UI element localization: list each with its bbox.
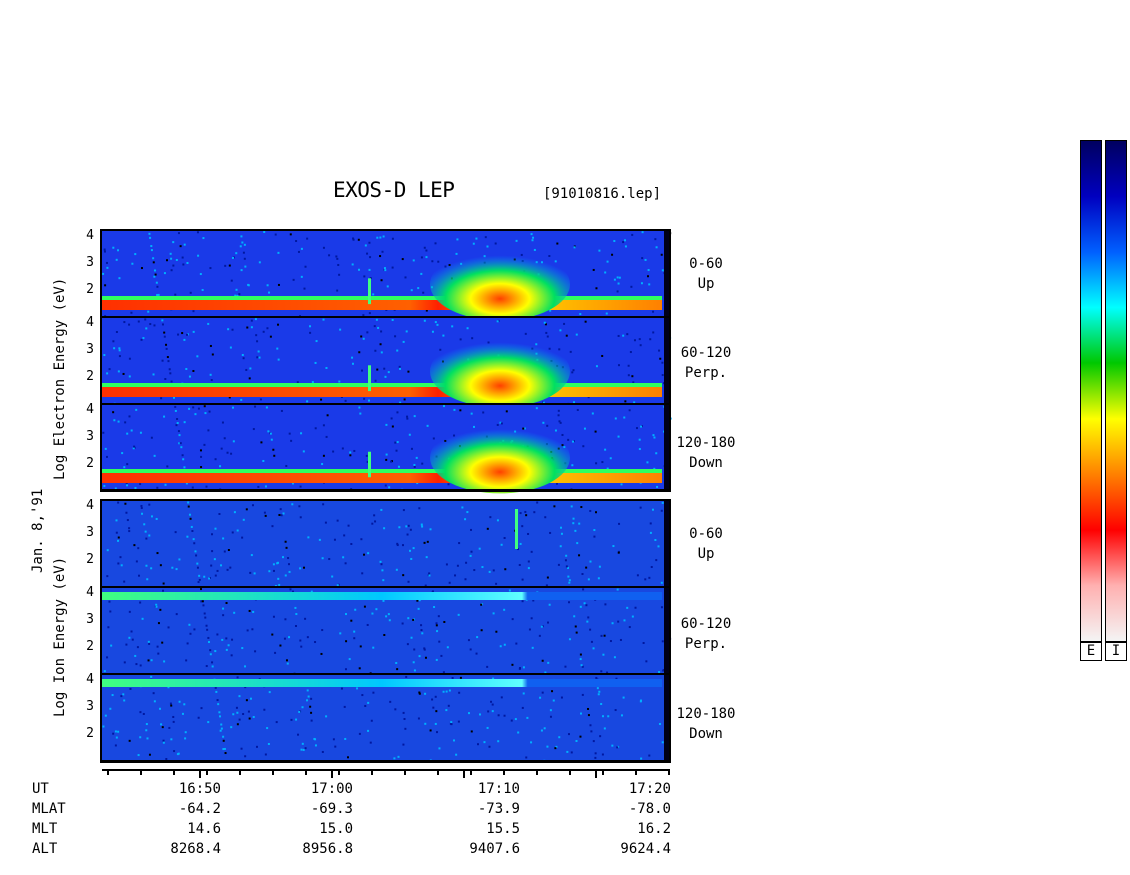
date-label: Jan. 8,'91	[30, 488, 46, 573]
ion-colorbar-label: I	[1105, 642, 1127, 661]
energy-tick-label: 3	[86, 342, 94, 357]
energy-tick-label: 2	[86, 639, 94, 654]
ephemeris-row-label: UT	[32, 781, 49, 797]
energy-tick-label: 3	[86, 612, 94, 627]
electron-panel-frame	[100, 229, 671, 492]
pitch-angle-range: 60-120	[680, 345, 732, 361]
ephemeris-value: 15.0	[319, 821, 353, 837]
energy-tick-label: 3	[86, 525, 94, 540]
energy-tick-label: 3	[86, 699, 94, 714]
ephemeris-row-label: MLAT	[32, 801, 66, 817]
ion-axis-label: Log Ion Energy (eV)	[52, 556, 68, 717]
energy-tick-label: 4	[86, 585, 94, 600]
chart-title: EXOS-D LEP	[333, 178, 455, 202]
ephemeris-value: 14.6	[187, 821, 221, 837]
panel-label: 60-120 Perp.	[666, 614, 746, 654]
pitch-angle-range: 0-60	[689, 526, 723, 542]
ion-colorbar	[1105, 140, 1127, 642]
ephemeris-value: 17:00	[310, 781, 353, 797]
time-axis	[102, 769, 670, 778]
ephemeris-value: 8268.4	[170, 841, 221, 857]
energy-tick-label: 3	[86, 429, 94, 444]
pitch-angle-range: 0-60	[689, 256, 723, 272]
ephemeris-value: 17:10	[477, 781, 520, 797]
panel-label: 0-60 Up	[666, 254, 746, 294]
pitch-angle-range: 120-180	[676, 435, 736, 451]
direction-label: Perp.	[684, 365, 728, 381]
electron-colorbar-label: E	[1080, 642, 1102, 661]
direction-label: Down	[689, 455, 723, 471]
ephemeris-value: 9407.6	[469, 841, 520, 857]
direction-label: Up	[697, 546, 715, 562]
ion-panel-frame	[100, 499, 671, 763]
energy-tick-label: 4	[86, 228, 94, 243]
panel-label: 60-120 Perp.	[666, 343, 746, 383]
ephemeris-value: 15.5	[486, 821, 520, 837]
ephemeris-value: -64.2	[178, 801, 221, 817]
energy-tick-label: 2	[86, 369, 94, 384]
ephemeris-value: -69.3	[310, 801, 353, 817]
energy-tick-label: 4	[86, 672, 94, 687]
direction-label: Down	[689, 726, 723, 742]
ephemeris-row-label: ALT	[32, 841, 58, 857]
pitch-angle-range: 120-180	[676, 706, 736, 722]
panel-label: 0-60 Up	[666, 524, 746, 564]
energy-tick-label: 2	[86, 552, 94, 567]
ephemeris-value: 16.2	[637, 821, 671, 837]
energy-tick-label: 4	[86, 498, 94, 513]
panel-label: 120-180 Down	[666, 433, 746, 473]
energy-tick-label: 2	[86, 282, 94, 297]
direction-label: Up	[697, 276, 715, 292]
energy-tick-label: 4	[86, 315, 94, 330]
ephemeris-row-label: MLT	[32, 821, 58, 837]
ephemeris-value: -73.9	[477, 801, 520, 817]
energy-tick-label: 4	[86, 402, 94, 417]
electron-colorbar	[1080, 140, 1102, 642]
ephemeris-value: -78.0	[628, 801, 671, 817]
ephemeris-value: 16:50	[178, 781, 221, 797]
energy-tick-label: 2	[86, 726, 94, 741]
energy-tick-label: 3	[86, 255, 94, 270]
panel-label: 120-180 Down	[666, 704, 746, 744]
ephemeris-value: 17:20	[628, 781, 671, 797]
direction-label: Perp.	[684, 636, 728, 652]
ephemeris-value: 9624.4	[620, 841, 671, 857]
ephemeris-value: 8956.8	[302, 841, 353, 857]
pitch-angle-range: 60-120	[680, 616, 732, 632]
file-name: [91010816.lep]	[543, 186, 662, 202]
energy-tick-label: 2	[86, 456, 94, 471]
electron-axis-label: Log Electron Energy (eV)	[52, 277, 68, 480]
